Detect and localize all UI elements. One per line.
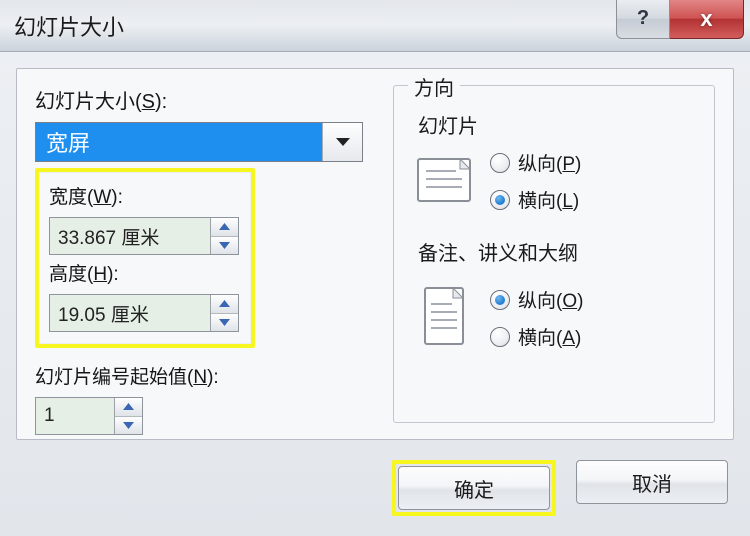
- chevron-up-icon: [219, 223, 230, 230]
- height-spin-up[interactable]: [211, 295, 238, 314]
- radio-icon: [490, 153, 510, 173]
- close-icon: x: [700, 6, 712, 32]
- width-spinner-buttons: [210, 218, 238, 254]
- radio-icon: [490, 290, 510, 310]
- chevron-down-icon: [123, 422, 134, 429]
- slides-portrait-radio[interactable]: 纵向(P): [490, 149, 581, 176]
- content-panel: 幻灯片大小(S): 宽屏 宽度(W):: [16, 68, 734, 440]
- dropdown-button[interactable]: [322, 123, 362, 161]
- slides-orientation-block: 纵向(P) 横向(L): [416, 147, 700, 215]
- slide-size-dropdown[interactable]: 宽屏: [35, 122, 363, 162]
- chevron-down-icon: [219, 319, 230, 326]
- notes-landscape-radio[interactable]: 横向(A): [490, 323, 583, 350]
- right-column: 方向 幻灯片 纵向(P): [393, 85, 715, 421]
- notes-radios: 纵向(O) 横向(A): [490, 286, 583, 350]
- notes-subheading: 备注、讲义和大纲: [418, 237, 700, 266]
- orientation-fieldset: 方向 幻灯片 纵向(P): [393, 85, 715, 423]
- height-spinner-buttons: [210, 295, 238, 331]
- height-spinner[interactable]: [49, 294, 239, 332]
- width-spinner[interactable]: [49, 217, 239, 255]
- height-spin-down[interactable]: [211, 314, 238, 332]
- slides-landscape-radio[interactable]: 横向(L): [490, 186, 581, 213]
- dialog-button-row: 确定 取消: [392, 460, 728, 516]
- slides-subheading: 幻灯片: [418, 110, 700, 139]
- close-button[interactable]: x: [670, 0, 744, 39]
- start-spin-up[interactable]: [115, 398, 142, 417]
- start-number-label: 幻灯片编号起始值(N):: [35, 362, 375, 389]
- help-button[interactable]: ?: [616, 0, 670, 39]
- page-landscape-icon: [416, 149, 472, 215]
- help-icon: ?: [637, 7, 649, 30]
- width-spin-down[interactable]: [211, 237, 238, 255]
- radio-icon: [490, 190, 510, 210]
- ok-highlight: 确定: [392, 460, 556, 516]
- cancel-button[interactable]: 取消: [576, 460, 728, 504]
- notes-portrait-radio[interactable]: 纵向(O): [490, 286, 583, 313]
- page-portrait-icon: [416, 286, 472, 352]
- dialog-title: 幻灯片大小: [14, 10, 124, 42]
- width-label: 宽度(W):: [49, 182, 241, 209]
- start-number-input[interactable]: [36, 398, 114, 434]
- slide-size-value: 宽屏: [36, 123, 322, 161]
- width-input[interactable]: [50, 218, 210, 254]
- dialog-window: 幻灯片大小 ? x 幻灯片大小(S): 宽屏: [0, 0, 750, 536]
- titlebar: 幻灯片大小 ? x: [0, 0, 750, 52]
- ok-button[interactable]: 确定: [398, 466, 550, 510]
- slides-radios: 纵向(P) 横向(L): [490, 149, 581, 213]
- slide-size-label: 幻灯片大小(S):: [35, 85, 375, 114]
- height-label: 高度(H):: [49, 259, 241, 286]
- start-spin-down[interactable]: [115, 417, 142, 435]
- radio-icon: [490, 327, 510, 347]
- start-number-spinner-buttons: [114, 398, 142, 434]
- dimension-highlight-box: 宽度(W): 高度(H):: [35, 168, 255, 348]
- chevron-down-icon: [219, 242, 230, 249]
- left-column: 幻灯片大小(S): 宽屏 宽度(W):: [35, 85, 375, 421]
- client-area: 幻灯片大小(S): 宽屏 宽度(W):: [0, 52, 750, 536]
- height-input[interactable]: [50, 295, 210, 331]
- notes-orientation-block: 纵向(O) 横向(A): [416, 284, 700, 352]
- chevron-up-icon: [123, 403, 134, 410]
- width-spin-up[interactable]: [211, 218, 238, 237]
- chevron-down-icon: [335, 137, 351, 147]
- start-number-spinner[interactable]: [35, 397, 143, 435]
- orientation-legend: 方向: [408, 72, 460, 101]
- titlebar-controls: ? x: [616, 0, 744, 39]
- chevron-up-icon: [219, 300, 230, 307]
